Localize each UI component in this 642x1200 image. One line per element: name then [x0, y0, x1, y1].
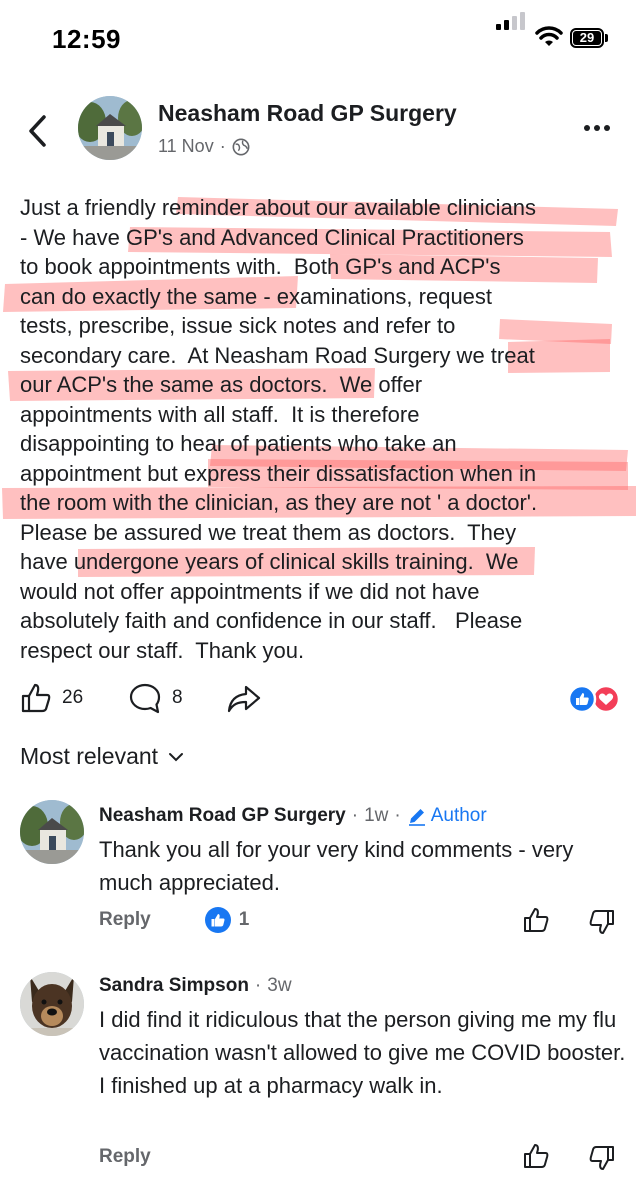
post-text-line: absolutely faith and confidence in our s… — [20, 608, 523, 633]
comment-header: Neasham Road GP Surgery · 1w · Author — [99, 805, 487, 827]
comment-age[interactable]: 3w — [267, 975, 291, 997]
post-text-line: tests, prescribe, issue sick notes and r… — [20, 313, 456, 338]
battery-tip — [605, 34, 608, 42]
post-text-line: secondary care. At Neasham Road Surgery … — [20, 342, 535, 368]
reaction-summary[interactable] — [566, 684, 624, 714]
commenter-name[interactable]: Neasham Road GP Surgery — [99, 805, 346, 827]
post-text-line: appointment but express their dissatisfa… — [20, 460, 537, 486]
comment-reaction-count: 1 — [238, 909, 250, 930]
chevron-down-icon — [169, 752, 184, 761]
post-text-line: - We have GP's and Advanced Clinical Pra… — [20, 224, 524, 250]
meta-separator: · — [254, 975, 262, 996]
meta-separator: · — [351, 805, 359, 826]
battery-icon: 29 — [570, 28, 604, 48]
meta-separator: · — [219, 136, 226, 156]
globe-icon — [232, 138, 250, 155]
share-icon[interactable] — [226, 684, 262, 714]
comment-actions: Reply 1 — [99, 907, 249, 933]
post-text-line: appointments with all staff. It is there… — [20, 401, 420, 427]
commenter-avatar[interactable] — [20, 972, 84, 1036]
reply-button[interactable]: Reply — [99, 909, 151, 931]
post-text-line: our ACP's the same as doctors. We offer — [20, 372, 423, 397]
page-name[interactable]: Neasham Road GP Surgery — [158, 100, 457, 127]
post-text-line: to book appointments with. Both GP's and… — [20, 254, 501, 279]
commenter-name[interactable]: Sandra Simpson — [99, 975, 249, 997]
post-text-line: have undergone years of clinical skills … — [20, 549, 519, 574]
comment-count: 8 — [172, 687, 183, 708]
post-body: Just a friendly reminder about our avail… — [20, 193, 632, 665]
status-time: 12:59 — [52, 24, 121, 54]
thumbs-up-icon[interactable] — [522, 906, 550, 934]
author-label: Author — [430, 805, 487, 826]
back-arrow-icon[interactable] — [26, 114, 48, 148]
commenter-avatar[interactable] — [20, 800, 84, 864]
post-text-line: would not offer appointments if we did n… — [20, 578, 480, 604]
thumbs-down-icon[interactable] — [588, 1144, 616, 1172]
post-text-line: the room with the clinician, as they are… — [20, 490, 538, 515]
like-reaction-icon[interactable] — [204, 907, 231, 933]
thumbs-down-icon[interactable] — [588, 908, 616, 936]
post-text-line: Please be assured we treat them as docto… — [20, 519, 517, 545]
comment-icon — [129, 683, 161, 714]
reply-button[interactable]: Reply — [99, 1146, 151, 1168]
post-meta: 11 Nov · — [158, 136, 250, 157]
post-text-line: respect our staff. Thank you. — [20, 637, 305, 663]
comment-action[interactable]: 8 — [128, 682, 183, 714]
post-text-line: can do exactly the same - examinations, … — [20, 283, 493, 309]
more-options-icon[interactable] — [584, 125, 610, 131]
comment-age[interactable]: 1w — [364, 805, 388, 827]
post-date: 11 Nov — [158, 136, 214, 156]
comment-actions: Reply — [99, 1146, 151, 1168]
post-text-line: disappointing to hear of patients who ta… — [20, 431, 457, 456]
like-icon — [21, 683, 51, 713]
wifi-icon — [535, 26, 563, 46]
comment-header: Sandra Simpson · 3w — [99, 975, 292, 997]
post-text-line: Just a friendly reminder about our avail… — [20, 195, 537, 220]
comment-sort-dropdown[interactable]: Most relevant — [20, 743, 184, 770]
sort-label: Most relevant — [20, 743, 159, 769]
pencil-icon — [408, 809, 425, 826]
author-badge: Author — [407, 805, 487, 827]
comment-text: Thank you all for your very kind comment… — [99, 837, 574, 895]
meta-separator: · — [394, 805, 401, 826]
battery-level: 29 — [573, 31, 601, 45]
like-count: 26 — [62, 687, 84, 708]
page-avatar[interactable] — [78, 96, 142, 160]
comment-text: I did find it ridiculous that the person… — [99, 1007, 626, 1098]
thumbs-up-icon[interactable] — [522, 1142, 550, 1170]
like-action[interactable]: 26 — [20, 682, 83, 714]
